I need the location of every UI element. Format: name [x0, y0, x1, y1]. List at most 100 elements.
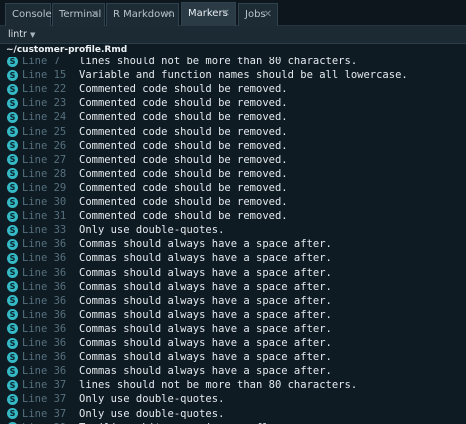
marker-line-number: Line 29	[22, 181, 67, 194]
marker-message: Commas should always have a space after.	[79, 280, 332, 293]
marker-line-number: Line 36	[22, 280, 67, 293]
marker-line-number: Line 15	[22, 69, 67, 82]
close-icon[interactable]: ✕	[91, 4, 99, 25]
marker-row[interactable]: S Line 36 Commas should always have a spac…	[0, 280, 466, 294]
marker-row[interactable]: S Line 36 Commas should always have a spac…	[0, 251, 466, 265]
marker-message: Commas should always have a space after.	[79, 337, 332, 349]
tab-jobs[interactable]: Jobs ✕	[238, 3, 278, 26]
style-badge-icon: S	[7, 267, 18, 278]
marker-source-label: lintr	[8, 29, 27, 40]
marker-source-dropdown[interactable]: lintr ▼	[8, 26, 35, 43]
style-badge-icon: S	[7, 323, 18, 335]
marker-message: Commented code should be removed.	[79, 139, 288, 152]
close-icon[interactable]: ✕	[165, 4, 173, 25]
marker-row[interactable]: S Line 22 Commented code should be removed…	[0, 82, 466, 96]
marker-row[interactable]: S Line 36 Commas should always have a spac…	[0, 266, 466, 280]
marker-line-number: Line 37	[22, 393, 67, 406]
style-badge-icon: S	[7, 210, 18, 222]
marker-row[interactable]: S Line 23 Commented code should be removed…	[0, 96, 466, 110]
marker-row[interactable]: S Line 36 Commas should always have a spac…	[0, 322, 466, 336]
marker-row[interactable]: S Line 24 Commented code should be removed…	[0, 110, 466, 124]
pane-tab-bar: Console Terminal ✕ R Markdown ✕ Markers …	[0, 0, 466, 27]
style-badge-icon: S	[7, 281, 18, 293]
marker-line-number: Line 36	[22, 266, 67, 279]
marker-row[interactable]: S Line 36 Commas should always have a spac…	[0, 308, 466, 322]
marker-line-number: Line 28	[22, 167, 67, 180]
marker-message: Commented code should be removed.	[79, 181, 288, 194]
marker-list[interactable]: S Line 7 lines should not be more than 80 …	[0, 57, 466, 424]
marker-row[interactable]: S Line 30 Commented code should be removed…	[0, 195, 466, 209]
marker-message: Commented code should be removed.	[79, 97, 288, 110]
marker-line-number: Line 36	[22, 322, 67, 335]
tab-markers[interactable]: Markers ✕	[181, 2, 236, 27]
marker-row[interactable]: S Line 37 Only use double-quotes.	[0, 392, 466, 406]
marker-line-number: Line 31	[22, 210, 67, 223]
marker-row[interactable]: S Line 31 Commented code should be removed…	[0, 209, 466, 223]
marker-row[interactable]: SLine 39Trailing whitespace is superfluo…	[0, 421, 466, 424]
tab-r-markdown[interactable]: R Markdown ✕	[106, 3, 179, 26]
style-badge-icon: S	[7, 196, 18, 208]
markers-toolbar: lintr ▼	[0, 26, 466, 44]
marker-row[interactable]: S Line 37 Only use double-quotes.	[0, 407, 466, 421]
marker-row[interactable]: S Line 33 Only use double-quotes.	[0, 223, 466, 237]
marker-row[interactable]: S Line 27 Commented code should be removed…	[0, 153, 466, 167]
tab-console[interactable]: Console	[5, 3, 52, 26]
marker-message: Commented code should be removed.	[79, 153, 288, 166]
marker-message: Commented code should be removed.	[79, 111, 288, 124]
file-path: ~/customer-profile.Rmd	[6, 45, 128, 55]
tab-label: Jobs	[245, 9, 266, 20]
marker-line-number: Line 36	[22, 351, 67, 364]
style-badge-icon: S	[7, 182, 18, 194]
marker-line-number: Line 39	[22, 421, 66, 424]
marker-row[interactable]: S Line 25 Commented code should be removed…	[0, 125, 466, 139]
marker-row[interactable]: S Line 29 Commented code should be removed…	[0, 181, 466, 195]
close-icon[interactable]: ✕	[264, 4, 272, 25]
marker-row[interactable]: S Line 36 Commas should always have a spac…	[0, 350, 466, 364]
style-badge-icon: S	[7, 111, 18, 123]
style-badge-icon: S	[7, 126, 18, 137]
marker-line-number: Line 36	[22, 294, 67, 307]
style-badge-icon: S	[7, 337, 18, 349]
marker-message: lines should not be more than 80 charact…	[79, 379, 358, 392]
marker-line-number: Line 22	[22, 83, 67, 96]
marker-row[interactable]: S Line 36 Commas should always have a spac…	[0, 364, 466, 378]
marker-line-number: Line 24	[22, 111, 67, 124]
marker-message: Commented code should be removed.	[79, 83, 288, 96]
marker-message: Only use double-quotes.	[79, 407, 225, 420]
marker-line-number: Line 37	[22, 407, 67, 420]
marker-message: Only use double-quotes.	[79, 224, 225, 237]
style-badge-icon: S	[7, 83, 18, 95]
marker-row[interactable]: S Line 15 Variable and function names shou…	[0, 68, 466, 82]
marker-row[interactable]: S Line 36 Commas should always have a spac…	[0, 336, 466, 350]
marker-line-number: Line 36	[22, 337, 67, 349]
marker-message: Commented code should be removed.	[79, 125, 288, 138]
marker-row[interactable]: S Line 36 Commas should always have a spac…	[0, 294, 466, 308]
marker-row[interactable]: S Line 26 Commented code should be removed…	[0, 139, 466, 153]
marker-line-number: Line 36	[22, 308, 67, 321]
marker-row[interactable]: S Line 37 lines should not be more than 80…	[0, 378, 466, 392]
marker-line-number: Line 36	[22, 365, 67, 378]
tab-label: Console	[12, 9, 52, 20]
close-icon[interactable]: ✕	[222, 3, 230, 24]
style-badge-icon: S	[7, 69, 18, 81]
marker-row[interactable]: S Line 36 Commas should always have a spac…	[0, 237, 466, 251]
marker-line-number: Line 27	[22, 153, 67, 166]
marker-line-number: Line 33	[22, 224, 67, 237]
marker-message: Only use double-quotes.	[79, 393, 225, 406]
marker-message: Trailing whitespace is superfluous.	[79, 421, 300, 424]
marker-row[interactable]: S Line 7 lines should not be more than 80 …	[0, 57, 466, 68]
tab-terminal[interactable]: Terminal ✕	[52, 3, 105, 26]
style-badge-icon: S	[7, 224, 18, 236]
marker-line-number: Line 36	[22, 238, 67, 251]
marker-line-number: Line 30	[22, 196, 67, 208]
marker-message: Commas should always have a space after.	[79, 238, 332, 251]
style-badge-icon: S	[7, 57, 18, 67]
style-badge-icon: S	[7, 295, 18, 307]
caret-down-icon: ▼	[29, 31, 36, 39]
marker-line-number: Line 25	[22, 125, 67, 138]
marker-line-number: Line 37	[22, 379, 67, 392]
marker-message: Commas should always have a space after.	[79, 322, 332, 335]
marker-row[interactable]: S Line 28 Commented code should be removed…	[0, 167, 466, 181]
style-badge-icon: S	[7, 379, 18, 391]
marker-line-number: Line 26	[22, 139, 67, 152]
